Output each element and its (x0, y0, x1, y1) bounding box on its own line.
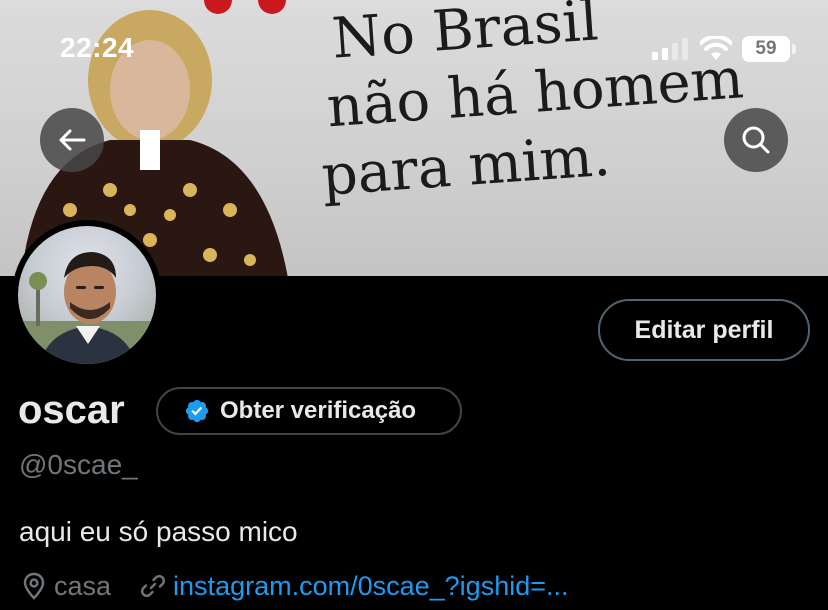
avatar[interactable] (12, 220, 162, 370)
get-verified-button[interactable]: Obter verificação (156, 387, 462, 435)
cellular-signal-icon (652, 38, 688, 60)
battery-indicator: 59 (742, 36, 790, 62)
status-bar: 22:24 59 (0, 0, 828, 90)
search-button[interactable] (724, 108, 788, 172)
wifi-icon (700, 36, 732, 60)
profile-meta: casa instagram.com/0scae_?igshid=... (22, 568, 569, 604)
search-icon (742, 126, 770, 154)
edit-profile-button[interactable]: Editar perfil (598, 299, 810, 361)
arrow-left-icon (59, 129, 86, 151)
avatar-image (18, 226, 156, 364)
back-button[interactable] (40, 108, 104, 172)
profile-website-link[interactable]: instagram.com/0scae_?igshid=... (173, 571, 568, 602)
battery-tip (792, 44, 796, 54)
verified-badge-icon (185, 399, 209, 423)
profile-handle: @0scae_ (19, 449, 138, 480)
profile-bio: aqui eu só passo mico (19, 516, 298, 547)
status-time: 22:24 (60, 32, 135, 63)
location-pin-icon (23, 572, 45, 600)
link-icon (141, 574, 166, 598)
profile-location: casa (54, 570, 112, 601)
profile-name: oscar (18, 388, 125, 432)
get-verified-label: Obter verificação (220, 397, 417, 424)
